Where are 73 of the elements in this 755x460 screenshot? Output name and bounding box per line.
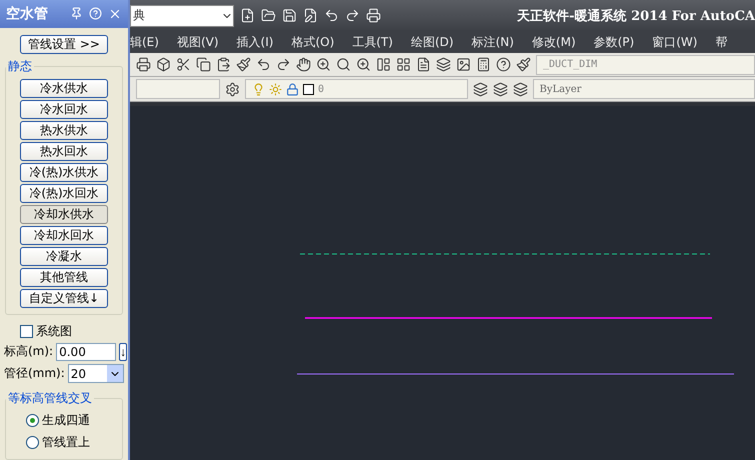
open-folder-icon[interactable] [261,8,276,24]
pipe-type-button[interactable]: 冷水供水 [20,79,108,98]
layers-icon[interactable] [472,82,488,97]
elevation-input[interactable]: 0.00 [56,342,116,361]
edit-file-icon[interactable] [303,8,318,24]
app-title: 天正软件-暖通系统 2014 For AutoCA [517,8,755,25]
pipe-type-button[interactable]: 热水供水 [20,121,108,140]
menu-item[interactable]: 工具(T) [352,34,393,51]
layers-icon[interactable] [436,57,451,72]
cut-icon[interactable] [176,57,191,72]
layers-icon[interactable] [492,82,508,97]
checkbox-label: 系统图 [36,322,72,340]
document-icon[interactable] [416,57,431,72]
menu-item[interactable]: 绘图(D) [410,34,454,51]
lock-icon [286,82,299,96]
menu-item[interactable]: 窗口(W) [652,34,698,51]
undo-icon[interactable] [256,57,271,72]
box-icon[interactable] [156,57,171,72]
radio-button[interactable] [26,436,39,450]
pipe-type-button[interactable]: 冷(热)水回水 [20,184,108,204]
menu-item[interactable]: 帮 [715,34,728,51]
radio-label: 管线置上 [42,434,90,452]
diameter-label: 管径(mm): [4,365,65,382]
pipe-type-button[interactable]: 冷(热)水供水 [20,163,108,182]
copy-icon[interactable] [196,57,211,72]
pipe-type-button[interactable]: 冷却水回水 [20,226,108,246]
zoom-icon[interactable] [316,57,331,72]
undo-icon[interactable] [324,8,339,24]
redo-icon[interactable] [276,57,291,72]
image-icon[interactable] [456,57,471,72]
pipe-type-button[interactable]: 冷水回水 [20,100,108,120]
color-swatch [303,84,314,95]
elevation-button[interactable]: ↓ [119,342,128,361]
custom-pipe-button[interactable]: 自定义管线↓ [20,289,108,308]
pin-icon[interactable] [70,7,83,20]
pipe-type-button[interactable]: 其他管线 [20,268,108,288]
gear-icon[interactable] [225,82,240,97]
diameter-dropdown[interactable]: 20 [68,364,124,384]
menu-item[interactable]: 视图(V) [176,34,219,51]
sun-icon [269,82,282,96]
print-icon[interactable] [366,8,381,24]
menu-item[interactable]: 修改(M) [532,34,576,51]
pipe-type-button[interactable]: 热水回水 [20,142,108,162]
layer-name: 0 [318,84,324,95]
grid-icon[interactable] [396,57,411,72]
help-icon[interactable] [496,57,511,72]
menu-item[interactable]: 参数(P) [594,34,634,51]
brush-icon[interactable] [236,57,251,72]
palette-title: 空水管 [6,4,49,23]
menu-item[interactable]: 辑(E) [130,34,159,51]
elevation-label: 标高(m): [4,343,54,360]
pan-hand-icon[interactable] [296,57,311,72]
save-icon[interactable] [282,8,297,24]
print-icon[interactable] [136,57,151,72]
lightbulb-icon [252,82,265,96]
layers-icon[interactable] [512,82,528,97]
pipe-type-button[interactable]: 冷凝水 [20,247,108,266]
menu-item[interactable]: 标注(N) [472,34,514,51]
radio-label: 生成四通 [42,412,90,430]
calculator-icon[interactable] [476,57,491,72]
pipe-type-button[interactable]: 冷却水供水 [20,205,108,224]
checkbox[interactable] [20,324,33,338]
new-file-icon[interactable] [240,8,255,24]
radio-button[interactable] [26,414,39,428]
workspace-dropdown[interactable]: 典 [130,4,234,27]
color-dropdown[interactable]: ByLayer [532,79,755,100]
menu-item[interactable]: 格式(O) [291,34,334,51]
paste-icon[interactable] [216,57,231,72]
pipe-settings-button[interactable]: 管线设置 >> [20,35,108,54]
redo-icon[interactable] [345,8,360,24]
group-label: 静态 [7,58,33,76]
group-label: 等标高管线交叉 [7,390,93,407]
menu-item[interactable]: 插入(I) [236,34,274,51]
